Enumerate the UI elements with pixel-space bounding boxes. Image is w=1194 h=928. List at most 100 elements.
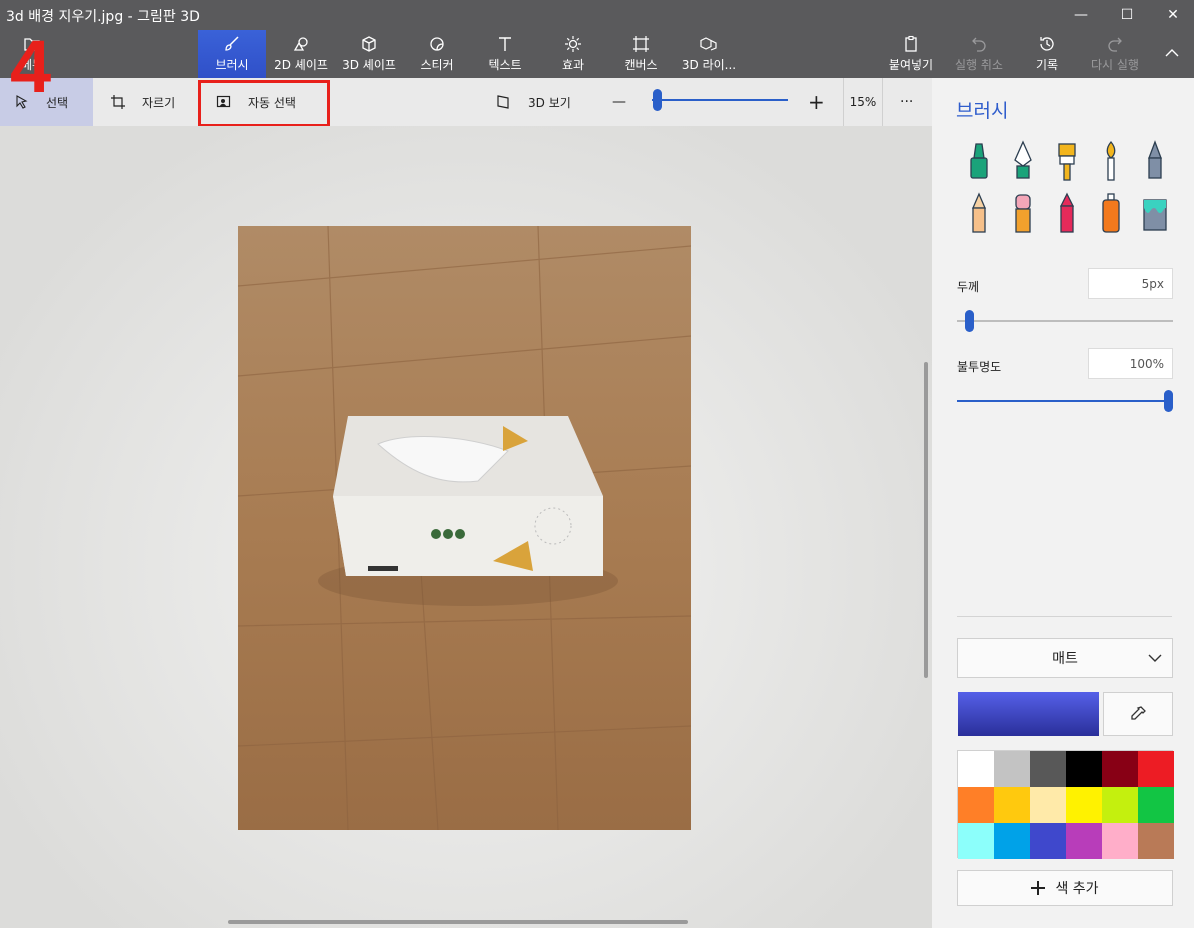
- chevron-up-icon: [1165, 48, 1179, 56]
- add-color-label: 색 추가: [1055, 881, 1099, 897]
- tab-stickers-label: 스티커: [420, 58, 454, 72]
- color-swatch[interactable]: [958, 751, 994, 787]
- opacity-label: 불투명도: [957, 360, 1002, 374]
- tab-3d-library[interactable]: 3D 라이...: [678, 30, 740, 78]
- finish-dropdown[interactable]: 매트: [957, 638, 1173, 678]
- color-swatch[interactable]: [1138, 787, 1174, 823]
- vertical-scrollbar[interactable]: [924, 362, 928, 678]
- redo-button[interactable]: 다시 실행: [1084, 30, 1146, 78]
- color-swatch[interactable]: [1066, 787, 1102, 823]
- sub-toolbar: 선택 자르기 자동 선택 3D 보기 — + ···: [0, 78, 932, 126]
- crayon-icon[interactable]: [1052, 192, 1082, 236]
- chevron-down-icon: [1148, 654, 1162, 662]
- color-swatch[interactable]: [1030, 823, 1066, 859]
- paste-icon: [905, 35, 917, 52]
- tissue-box-photo: [238, 226, 691, 830]
- paste-button[interactable]: 붙여넣기: [880, 30, 942, 78]
- zoom-slider-track[interactable]: [652, 99, 788, 101]
- tab-effects[interactable]: 효과: [542, 30, 604, 78]
- watercolor-icon[interactable]: [1096, 140, 1126, 184]
- color-swatch[interactable]: [958, 823, 994, 859]
- thickness-input[interactable]: 5px: [1088, 268, 1173, 299]
- thickness-label: 두께: [957, 280, 980, 294]
- redo-icon: [1108, 37, 1122, 52]
- library-icon: [700, 37, 717, 51]
- color-swatch[interactable]: [994, 823, 1030, 859]
- thickness-slider[interactable]: [957, 320, 1173, 322]
- tab-canvas-label: 캔버스: [624, 58, 658, 72]
- redo-label: 다시 실행: [1091, 58, 1139, 72]
- window-title: 3d 배경 지우기.jpg - 그림판 3D: [6, 9, 200, 25]
- color-swatch[interactable]: [1138, 751, 1174, 787]
- sticker-icon: [430, 37, 444, 51]
- view-3d-button[interactable]: 3D 보기: [496, 78, 571, 126]
- panel-divider: [957, 616, 1172, 617]
- color-swatch[interactable]: [1066, 823, 1102, 859]
- opacity-input[interactable]: 100%: [1088, 348, 1173, 379]
- fill-icon[interactable]: [1140, 192, 1170, 236]
- collapse-ribbon-button[interactable]: [1156, 30, 1188, 78]
- plus-icon: [1031, 881, 1046, 895]
- opacity-slider-thumb[interactable]: [1164, 390, 1173, 412]
- tab-brushes-label: 브러시: [215, 58, 249, 72]
- shapes-2d-icon: [293, 37, 308, 51]
- eraser-icon[interactable]: [1008, 192, 1038, 236]
- color-palette: [957, 750, 1174, 859]
- zoom-slider-thumb[interactable]: [652, 89, 662, 111]
- add-color-button[interactable]: 색 추가: [957, 870, 1173, 906]
- tab-canvas[interactable]: 캔버스: [610, 30, 672, 78]
- horizontal-scrollbar[interactable]: [228, 920, 688, 924]
- view-3d-label: 3D 보기: [528, 95, 571, 110]
- color-swatch[interactable]: [1102, 823, 1138, 859]
- calligraphy-pen-icon[interactable]: [1008, 140, 1038, 184]
- close-button[interactable]: ✕: [1150, 0, 1194, 30]
- color-swatch[interactable]: [1138, 823, 1174, 859]
- tab-3d-shapes[interactable]: 3D 셰이프: [338, 30, 400, 78]
- history-button[interactable]: 기록: [1016, 30, 1078, 78]
- undo-button[interactable]: 실행 취소: [948, 30, 1010, 78]
- view-3d-icon: [497, 95, 509, 109]
- crop-icon: [111, 95, 125, 109]
- color-swatch[interactable]: [1030, 787, 1066, 823]
- pencil-icon[interactable]: [964, 192, 994, 236]
- color-swatch[interactable]: [958, 787, 994, 823]
- minimize-button[interactable]: —: [1058, 0, 1104, 30]
- finish-dropdown-value: 매트: [1052, 651, 1078, 667]
- tab-brushes[interactable]: 브러시: [198, 30, 266, 78]
- current-color-swatch[interactable]: [958, 692, 1099, 736]
- color-swatch[interactable]: [1102, 787, 1138, 823]
- color-swatch[interactable]: [994, 787, 1030, 823]
- color-swatch[interactable]: [1102, 751, 1138, 787]
- cube-icon: [362, 36, 376, 52]
- more-options-button[interactable]: ···: [900, 78, 913, 126]
- pixel-pen-icon[interactable]: [1140, 140, 1170, 184]
- eyedropper-button[interactable]: [1103, 692, 1173, 736]
- tab-3d-shapes-label: 3D 셰이프: [342, 58, 396, 72]
- text-icon: [499, 37, 511, 51]
- tab-2d-shapes[interactable]: 2D 셰이프: [270, 30, 332, 78]
- spray-can-icon[interactable]: [1096, 192, 1126, 236]
- zoom-in-button[interactable]: +: [808, 78, 825, 126]
- tab-effects-label: 효과: [561, 58, 585, 72]
- marker-icon[interactable]: [964, 140, 994, 184]
- zoom-percent[interactable]: 15%: [843, 78, 883, 126]
- annotation-highlight-box: [198, 80, 330, 127]
- brush-icon: [225, 36, 239, 51]
- step-number-marker: 4: [10, 25, 52, 108]
- color-swatch[interactable]: [994, 751, 1030, 787]
- zoom-out-button[interactable]: —: [612, 78, 626, 126]
- crop-button[interactable]: 자르기: [110, 78, 175, 126]
- tab-2d-shapes-label: 2D 셰이프: [274, 58, 328, 72]
- history-label: 기록: [1035, 58, 1059, 72]
- tab-stickers[interactable]: 스티커: [406, 30, 468, 78]
- sun-icon: [565, 36, 581, 52]
- color-swatch[interactable]: [1066, 751, 1102, 787]
- oil-brush-icon[interactable]: [1052, 140, 1082, 184]
- canvas-photo[interactable]: [238, 226, 691, 830]
- color-swatch[interactable]: [1030, 751, 1066, 787]
- thickness-slider-thumb[interactable]: [965, 310, 975, 332]
- opacity-slider[interactable]: [957, 400, 1173, 402]
- history-icon: [1040, 37, 1054, 51]
- maximize-button[interactable]: ☐: [1104, 0, 1150, 30]
- tab-text[interactable]: 텍스트: [474, 30, 536, 78]
